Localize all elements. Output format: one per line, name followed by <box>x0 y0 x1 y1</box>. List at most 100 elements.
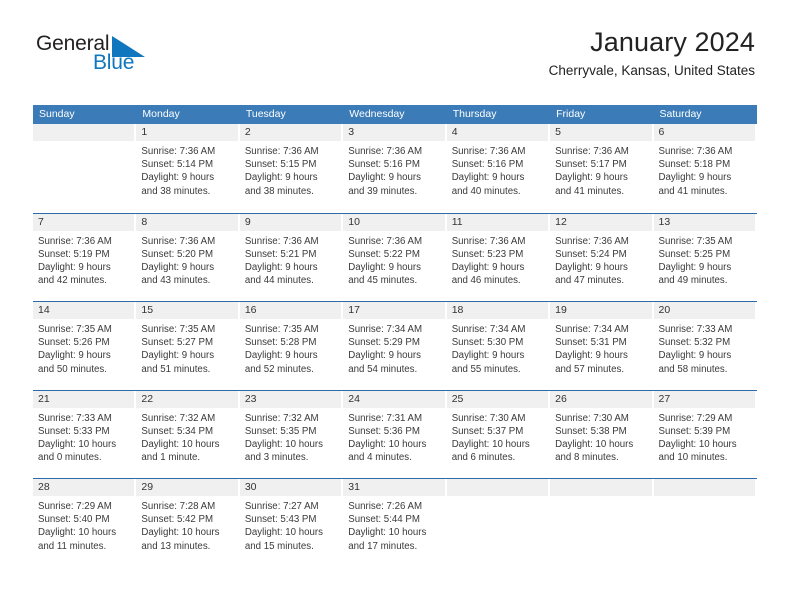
daylight-duration-line2: and 17 minutes. <box>348 540 418 552</box>
day-details: Sunrise: 7:29 AM Sunset: 5:39 PM Daylight:… <box>654 408 757 465</box>
calendar-day-cell[interactable]: 21 Sunrise: 7:33 AM Sunset: 5:33 PM Dayligh… <box>33 390 136 479</box>
daylight-duration-line1: Daylight: 9 hours <box>658 261 732 273</box>
calendar-day-cell[interactable]: 8 Sunrise: 7:36 AM Sunset: 5:20 PM Daylight… <box>136 213 239 302</box>
calendar-day-cell[interactable]: 15 Sunrise: 7:35 AM Sunset: 5:27 PM Dayligh… <box>136 302 239 390</box>
weekday-header-tuesday: Tuesday <box>245 108 286 120</box>
sunset-time: Sunset: 5:25 PM <box>658 248 731 260</box>
general-blue-logo[interactable]: General Blue <box>36 33 166 83</box>
calendar-day-cell[interactable]: 28 Sunrise: 7:29 AM Sunset: 5:40 PM Dayligh… <box>33 479 136 567</box>
day-number: 18 <box>446 302 549 319</box>
day-number: 25 <box>446 390 549 408</box>
sunset-time: Sunset: 5:31 PM <box>555 337 627 349</box>
calendar-day-cell[interactable]: 2 Sunrise: 7:36 AM Sunset: 5:15 PM Daylight… <box>239 124 343 213</box>
calendar-day-cell[interactable]: 25 Sunrise: 7:30 AM Sunset: 5:37 PM Dayligh… <box>446 390 550 479</box>
sunset-time: Sunset: 5:30 PM <box>451 337 524 349</box>
calendar-day-cell[interactable]: 1 Sunrise: 7:36 AM Sunset: 5:14 PM Daylight… <box>136 124 239 213</box>
weekday-header-row: Sunday Monday Tuesday Wednesday Thursday… <box>33 105 757 124</box>
sunrise-time: Sunrise: 7:36 AM <box>244 235 319 247</box>
calendar-day-cell[interactable]: 22 Sunrise: 7:32 AM Sunset: 5:34 PM Dayligh… <box>136 390 239 479</box>
daylight-duration-line1: Daylight: 9 hours <box>555 172 628 184</box>
calendar-day-cell[interactable]: 9 Sunrise: 7:36 AM Sunset: 5:21 PM Daylight… <box>239 213 343 302</box>
calendar-week-row: 14 Sunrise: 7:35 AM Sunset: 5:26 PM Dayligh… <box>33 301 757 390</box>
calendar-day-cell[interactable]: 26 Sunrise: 7:30 AM Sunset: 5:38 PM Dayligh… <box>550 390 653 479</box>
daylight-duration-line2: and 51 minutes. <box>141 363 211 375</box>
calendar-day-cell[interactable]: 4 Sunrise: 7:36 AM Sunset: 5:16 PM Daylight… <box>446 124 550 213</box>
calendar-day-cell[interactable]: 31 Sunrise: 7:26 AM Sunset: 5:44 PM Dayligh… <box>343 479 446 567</box>
daylight-duration-line2: and 13 minutes. <box>141 540 211 552</box>
calendar-day-cell[interactable]: 29 Sunrise: 7:28 AM Sunset: 5:42 PM Dayligh… <box>136 479 239 567</box>
day-details: Sunrise: 7:31 AM Sunset: 5:36 PM Daylight:… <box>343 408 446 465</box>
sunset-time: Sunset: 5:35 PM <box>244 425 317 437</box>
day-details: Sunrise: 7:36 AM Sunset: 5:21 PM Daylight:… <box>240 231 343 288</box>
calendar-day-cell[interactable]: 14 Sunrise: 7:35 AM Sunset: 5:26 PM Dayligh… <box>33 302 136 390</box>
calendar-day-cell[interactable]: 24 Sunrise: 7:31 AM Sunset: 5:36 PM Dayligh… <box>343 390 446 479</box>
calendar-day-cell[interactable]: 18 Sunrise: 7:34 AM Sunset: 5:30 PM Dayligh… <box>446 302 550 390</box>
page-title: January 2024 <box>590 27 755 57</box>
day-details: Sunrise: 7:30 AM Sunset: 5:37 PM Daylight:… <box>447 408 550 465</box>
day-number: 29 <box>136 479 238 496</box>
day-number: 27 <box>653 390 755 408</box>
day-number: 9 <box>239 213 342 231</box>
sunset-time: Sunset: 5:16 PM <box>348 159 420 171</box>
day-number <box>550 479 652 496</box>
sunrise-time: Sunrise: 7:32 AM <box>141 412 216 424</box>
calendar-day-cell[interactable]: 19 Sunrise: 7:34 AM Sunset: 5:31 PM Dayligh… <box>550 302 653 390</box>
calendar-day-cell[interactable]: 20 Sunrise: 7:33 AM Sunset: 5:32 PM Dayligh… <box>653 302 757 390</box>
calendar-day-cell[interactable]: 16 Sunrise: 7:35 AM Sunset: 5:28 PM Dayligh… <box>239 302 343 390</box>
day-details: Sunrise: 7:36 AM Sunset: 5:24 PM Daylight:… <box>550 231 653 288</box>
day-details: Sunrise: 7:33 AM Sunset: 5:33 PM Daylight:… <box>33 408 136 465</box>
calendar-week-row: 7 Sunrise: 7:36 AM Sunset: 5:19 PM Daylight… <box>33 212 757 302</box>
calendar-week-row: 1 Sunrise: 7:36 AM Sunset: 5:14 PM Daylight… <box>33 124 757 213</box>
calendar-week-row: 21 Sunrise: 7:33 AM Sunset: 5:33 PM Dayligh… <box>33 389 757 479</box>
weekday-header-friday: Friday <box>556 108 586 120</box>
day-number: 22 <box>136 390 238 408</box>
calendar-day-cell[interactable]: 27 Sunrise: 7:29 AM Sunset: 5:39 PM Dayligh… <box>653 390 757 479</box>
calendar-day-cell[interactable]: 23 Sunrise: 7:32 AM Sunset: 5:35 PM Dayligh… <box>239 390 343 479</box>
daylight-duration-line2: and 1 minute. <box>141 452 201 464</box>
daylight-duration-line1: Daylight: 9 hours <box>658 350 732 362</box>
calendar-day-cell[interactable]: 11 Sunrise: 7:36 AM Sunset: 5:23 PM Dayligh… <box>446 213 550 302</box>
day-number: 16 <box>239 302 342 319</box>
daylight-duration-line1: Daylight: 9 hours <box>348 172 421 184</box>
calendar-day-cell[interactable]: 10 Sunrise: 7:36 AM Sunset: 5:22 PM Dayligh… <box>343 213 446 302</box>
sunset-time: Sunset: 5:16 PM <box>451 159 524 171</box>
daylight-duration-line1: Daylight: 9 hours <box>658 172 732 184</box>
day-details: Sunrise: 7:36 AM Sunset: 5:20 PM Daylight:… <box>136 231 239 288</box>
calendar-day-cell[interactable]: 12 Sunrise: 7:36 AM Sunset: 5:24 PM Dayligh… <box>550 213 653 302</box>
sunset-time: Sunset: 5:42 PM <box>141 514 214 526</box>
calendar-day-cell-empty <box>550 479 653 567</box>
sunrise-time: Sunrise: 7:27 AM <box>244 501 319 512</box>
daylight-duration-line1: Daylight: 9 hours <box>244 350 318 362</box>
day-details: Sunrise: 7:36 AM Sunset: 5:18 PM Daylight:… <box>654 141 757 198</box>
daylight-duration-line2: and 54 minutes. <box>348 363 418 375</box>
daylight-duration-line2: and 57 minutes. <box>555 363 625 375</box>
calendar-day-cell[interactable]: 30 Sunrise: 7:27 AM Sunset: 5:43 PM Dayligh… <box>239 479 343 567</box>
daylight-duration-line1: Daylight: 10 hours <box>38 438 117 450</box>
calendar-day-cell-empty <box>33 124 136 213</box>
day-details: Sunrise: 7:36 AM Sunset: 5:17 PM Daylight:… <box>550 141 653 198</box>
daylight-duration-line2: and 49 minutes. <box>658 275 728 287</box>
day-details: Sunrise: 7:27 AM Sunset: 5:43 PM Daylight:… <box>240 496 343 553</box>
calendar-day-cell[interactable]: 3 Sunrise: 7:36 AM Sunset: 5:16 PM Daylight… <box>343 124 446 213</box>
daylight-duration-line1: Daylight: 9 hours <box>348 261 421 273</box>
calendar-day-cell[interactable]: 6 Sunrise: 7:36 AM Sunset: 5:18 PM Daylight… <box>653 124 757 213</box>
day-details: Sunrise: 7:36 AM Sunset: 5:16 PM Daylight:… <box>343 141 446 198</box>
daylight-duration-line1: Daylight: 10 hours <box>244 527 323 539</box>
daylight-duration-line2: and 55 minutes. <box>451 363 521 375</box>
calendar-day-cell[interactable]: 13 Sunrise: 7:35 AM Sunset: 5:25 PM Dayligh… <box>653 213 757 302</box>
sunset-time: Sunset: 5:40 PM <box>38 514 110 526</box>
day-number: 5 <box>550 124 652 141</box>
calendar-day-cell[interactable]: 17 Sunrise: 7:34 AM Sunset: 5:29 PM Dayligh… <box>343 302 446 390</box>
daylight-duration-line2: and 11 minutes. <box>38 540 107 552</box>
day-number: 10 <box>343 213 445 231</box>
sunrise-time: Sunrise: 7:36 AM <box>451 146 526 157</box>
daylight-duration-line2: and 41 minutes. <box>555 185 625 197</box>
day-details: Sunrise: 7:36 AM Sunset: 5:19 PM Daylight:… <box>33 231 136 288</box>
daylight-duration-line1: Daylight: 9 hours <box>555 261 628 273</box>
day-number: 26 <box>550 390 652 408</box>
weekday-header-monday: Monday <box>142 108 180 120</box>
calendar-day-cell[interactable]: 7 Sunrise: 7:36 AM Sunset: 5:19 PM Daylight… <box>33 213 136 302</box>
page-header: General Blue January 2024 Cherryvale, Ka… <box>0 0 792 78</box>
calendar-day-cell[interactable]: 5 Sunrise: 7:36 AM Sunset: 5:17 PM Daylight… <box>550 124 653 213</box>
sunrise-time: Sunrise: 7:36 AM <box>451 235 526 247</box>
